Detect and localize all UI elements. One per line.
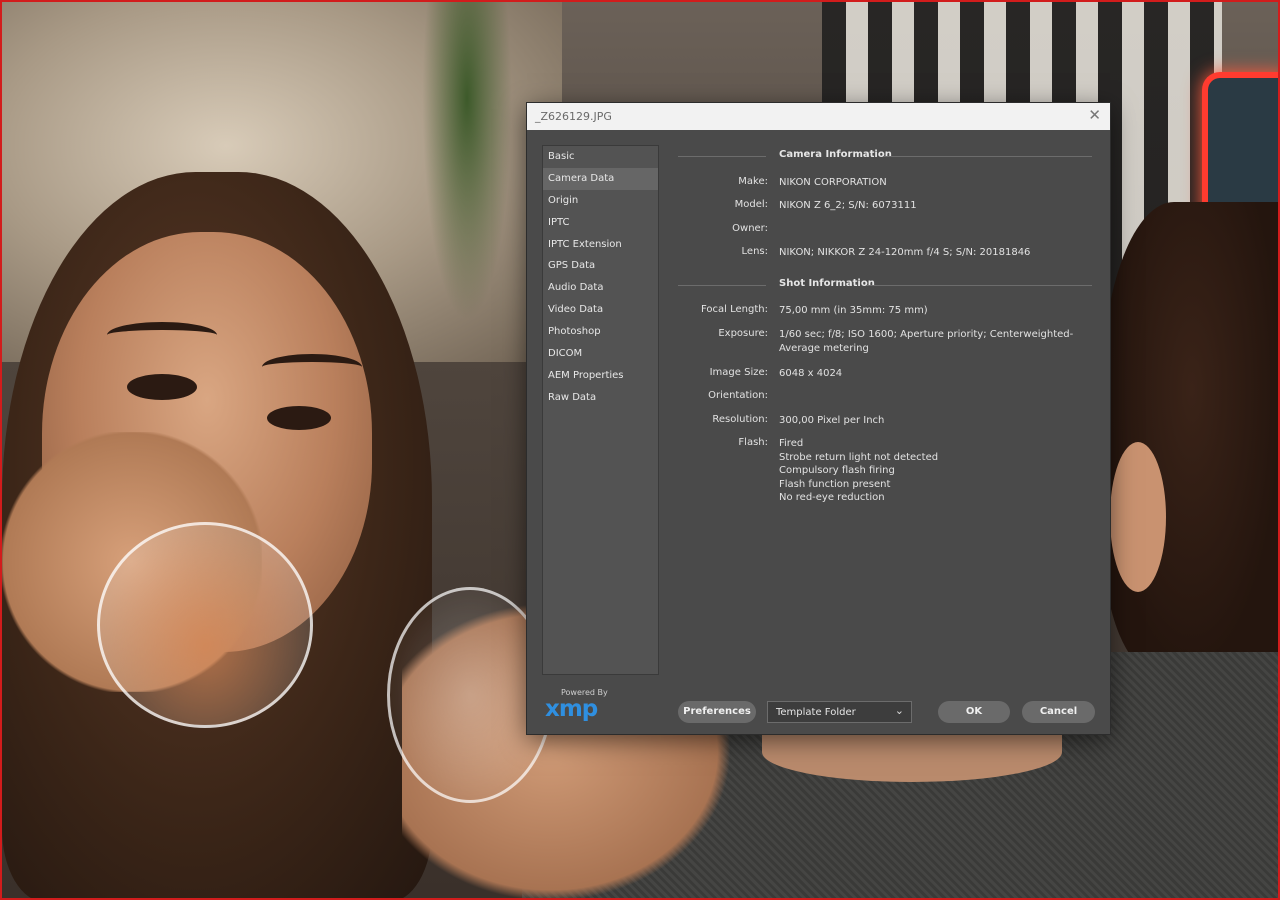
focal-length-value[interactable]: 75,00 mm (in 35mm: 75 mm) [779,304,1079,318]
focal-length-label: Focal Length: [701,304,768,315]
flash-label: Flash: [738,437,768,448]
sidebar-item-origin[interactable]: Origin [543,190,658,212]
model-value[interactable]: NIKON Z 6_2; S/N: 6073111 [779,199,1079,213]
sidebar-item-video-data[interactable]: Video Data [543,299,658,321]
section-title: Camera Information [779,149,892,160]
sidebar-item-basic[interactable]: Basic [543,146,658,168]
camera-data-panel: Camera Information Make: NIKON CORPORATI… [678,145,1092,545]
make-value[interactable]: NIKON CORPORATION [779,176,1079,190]
photo-man-ear [1110,442,1166,592]
header-rule-right [883,156,1092,157]
lens-value[interactable]: NIKON; NIKKOR Z 24-120mm f/4 S; S/N: 201… [779,246,1079,260]
dialog-titlebar[interactable]: _Z626129.JPG ✕ [527,103,1110,130]
sidebar-item-dicom[interactable]: DICOM [543,343,658,365]
model-label: Model: [734,199,768,210]
cancel-button[interactable]: Cancel [1022,701,1095,723]
flash-line: Compulsory flash firing [779,465,895,477]
flash-line: Fired [779,438,804,449]
preferences-button[interactable]: Preferences [678,701,756,723]
section-title: Shot Information [779,278,875,289]
photo-wine-glass-left [97,522,313,728]
flash-line: Flash function present [779,478,891,490]
section-header-shot-information: Shot Information [678,278,1092,292]
exposure-label: Exposure: [718,328,768,339]
sidebar-item-iptc[interactable]: IPTC [543,212,658,234]
sidebar-item-camera-data[interactable]: Camera Data [543,167,658,190]
file-info-dialog: _Z626129.JPG ✕ Basic Camera Data Origin … [527,103,1110,734]
sidebar-item-raw-data[interactable]: Raw Data [543,387,658,409]
flash-value[interactable]: Fired Strobe return light not detected C… [779,437,1079,505]
xmp-logo: Powered By xmp [543,686,608,722]
exposure-line: Average metering [779,342,869,354]
resolution-label: Resolution: [712,414,768,425]
ok-button[interactable]: OK [938,701,1010,723]
template-folder-value: Template Folder [776,707,856,718]
flash-line: Strobe return light not detected [779,451,939,463]
photo-plant [422,2,512,322]
photo-man-hair [1102,202,1278,672]
header-rule-right [867,285,1092,286]
header-rule-left [678,156,766,157]
photo-brow-right [262,354,362,380]
close-icon[interactable]: ✕ [1088,106,1101,124]
sidebar-item-gps-data[interactable]: GPS Data [543,255,658,277]
section-header-camera-information: Camera Information [678,149,1092,163]
sidebar-item-iptc-extension[interactable]: IPTC Extension [543,234,658,256]
photo-eye-right [267,406,331,430]
make-label: Make: [738,176,768,187]
exposure-line: 1/60 sec; f/8; ISO 1600; Aperture priori… [779,329,1074,340]
resolution-value[interactable]: 300,00 Pixel per Inch [779,414,1079,428]
image-size-label: Image Size: [709,367,768,378]
exposure-value[interactable]: 1/60 sec; f/8; ISO 1600; Aperture priori… [779,328,1079,355]
template-folder-select[interactable]: Template Folder ⌄ [767,701,912,723]
xmp-logo-text: xmp [545,696,598,722]
category-sidebar: Basic Camera Data Origin IPTC IPTC Exten… [542,145,659,675]
orientation-label: Orientation: [708,390,768,401]
sidebar-item-audio-data[interactable]: Audio Data [543,277,658,299]
lens-label: Lens: [741,246,768,257]
photo-brow-left [107,322,217,348]
chevron-down-icon: ⌄ [894,704,904,717]
header-rule-left [678,285,766,286]
sidebar-item-aem-properties[interactable]: AEM Properties [543,365,658,387]
sidebar-item-photoshop[interactable]: Photoshop [543,321,658,343]
owner-label: Owner: [732,223,768,234]
photo-eye-left [127,374,197,400]
flash-line: No red-eye reduction [779,492,885,504]
dialog-title: _Z626129.JPG [535,110,612,123]
image-size-value[interactable]: 6048 x 4024 [779,367,1079,381]
